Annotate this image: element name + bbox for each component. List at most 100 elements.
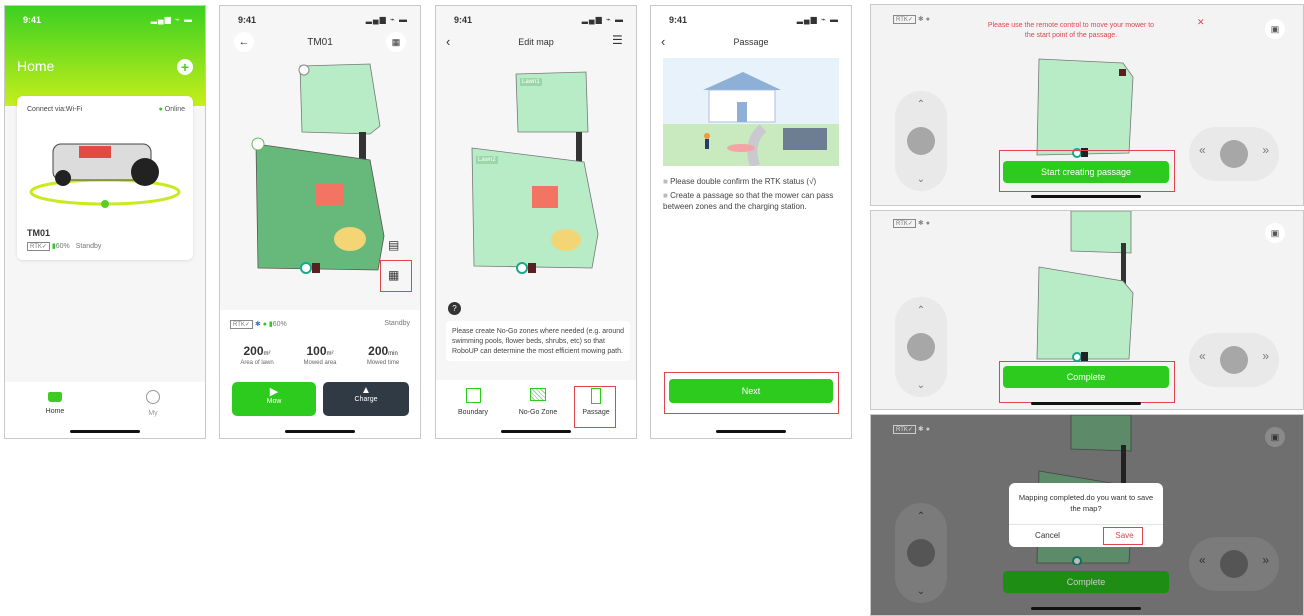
status-row: RTK✓ ✱ ●: [893, 219, 930, 228]
state-label: Standby: [75, 243, 102, 250]
status-row: RTK✓ ✱ ●: [893, 15, 930, 24]
stat-label: Mowed time: [366, 360, 400, 366]
zone-handle: [298, 64, 310, 76]
cancel-button[interactable]: Cancel: [1009, 527, 1086, 545]
menu-icon[interactable]: ☰: [612, 33, 623, 47]
forward-backward-joystick[interactable]: ⌃ ⌄: [895, 503, 947, 603]
mow-button[interactable]: ▶ Mow: [232, 382, 316, 416]
left-right-joystick[interactable]: « »: [1189, 127, 1279, 181]
stat-label: Mowed area: [303, 360, 337, 366]
my-tab-icon: [146, 390, 160, 404]
page-title: Home: [17, 58, 55, 74]
joystick-knob[interactable]: [1220, 550, 1248, 578]
home-indicator: [1031, 195, 1141, 198]
joystick-knob[interactable]: [907, 127, 935, 155]
joystick-knob[interactable]: [1220, 346, 1248, 374]
tab-my-label: My: [148, 410, 158, 417]
wifi-icon: ●: [262, 321, 267, 328]
device-status-row: RTK✓ ▮60% Standby: [27, 242, 101, 251]
next-button[interactable]: Next: [669, 379, 833, 403]
passage-path: [359, 132, 366, 162]
bullet-2: ■ Create a passage so that the mower can…: [663, 190, 835, 212]
left-right-joystick[interactable]: « »: [1189, 537, 1279, 591]
stat-label: Area of lawn: [240, 360, 274, 366]
add-device-icon[interactable]: +: [177, 59, 193, 75]
home-indicator: [285, 430, 355, 433]
tab-no-go-zone[interactable]: No-Go Zone: [510, 388, 566, 416]
stat-unit: m²: [326, 351, 334, 357]
remote-control-screen-complete: RTK✓ ✱ ● ▣ ⌃ ⌄ « » Complete: [870, 210, 1304, 410]
chevron-right-icon: »: [1262, 349, 1269, 363]
lawn-zone-1: [299, 63, 381, 135]
bullet-1: ■ Please double confirm the RTK status (…: [663, 176, 839, 187]
rtk-badge: RTK✓: [230, 320, 253, 329]
passage-path: [576, 132, 582, 162]
forward-backward-joystick[interactable]: ⌃ ⌄: [895, 297, 947, 397]
home-screen: 9:41 ▂▄▆ ⌁ ▬ Home + Connect via:Wi-Fi ● …: [4, 5, 206, 439]
battery-level: 60%: [55, 243, 70, 250]
pool-zone: [334, 227, 366, 251]
bullet-2-text: Create a passage so that the mower can p…: [663, 191, 834, 211]
exit-fullscreen-icon[interactable]: ▣: [1265, 19, 1285, 39]
rtk-badge: RTK✓: [893, 219, 916, 228]
start-creating-passage-button[interactable]: Start creating passage: [1003, 161, 1169, 183]
chevron-left-icon: «: [1199, 143, 1206, 157]
left-right-joystick[interactable]: « »: [1189, 333, 1279, 387]
chevron-right-icon: »: [1262, 553, 1269, 567]
tab-home[interactable]: Home: [35, 392, 75, 415]
tab-my[interactable]: My: [133, 390, 173, 417]
chevron-down-icon: ⌄: [916, 380, 926, 391]
tab-boundary[interactable]: Boundary: [448, 388, 498, 416]
wifi-icon: ●: [925, 426, 930, 433]
rtk-badge: RTK✓: [27, 242, 50, 251]
pool-zone: [551, 229, 581, 251]
stat-value: 100: [306, 344, 327, 358]
bluetooth-icon: ✱: [917, 426, 924, 433]
help-icon[interactable]: ?: [448, 302, 461, 315]
rtk-badge: RTK✓: [893, 15, 916, 24]
home-indicator: [1031, 607, 1141, 610]
settings-icon[interactable]: ▦: [386, 32, 406, 52]
exit-fullscreen-icon[interactable]: ▣: [1265, 427, 1285, 447]
status-row: RTK✓ ✱ ● ▮60%: [230, 320, 287, 329]
charge-button[interactable]: ▲ Charge: [323, 382, 409, 416]
status-icons: ▂▄▆ ⌁ ▬: [150, 15, 193, 24]
chevron-up-icon: ⌃: [916, 99, 926, 110]
lawn-map: [471, 71, 599, 274]
device-screen: 9:41 ▂▄▆ ⌁ ▬ ← TM01 ▦ ▤ ▦ RTK✓ ✱ ● ▮60% …: [219, 5, 421, 439]
rtk-badge: RTK✓: [893, 425, 916, 434]
wifi-icon: ●: [925, 220, 930, 227]
no-go-icon: [530, 388, 546, 401]
stat-value: 200: [368, 344, 389, 358]
status-time: 9:41: [454, 15, 473, 25]
forward-backward-joystick[interactable]: ⌃ ⌄: [895, 91, 947, 191]
chevron-down-icon: ⌄: [916, 174, 926, 185]
edit-map-icon[interactable]: ▦: [388, 268, 399, 282]
highlight-box: [574, 386, 616, 428]
mower-marker: [312, 263, 320, 273]
chevron-left-icon: «: [1199, 553, 1206, 567]
no-go-zone: [316, 184, 344, 206]
complete-button[interactable]: Complete: [1003, 571, 1169, 593]
close-notice-icon[interactable]: ✕: [1197, 17, 1205, 28]
home-tab-icon: [48, 392, 62, 402]
dialog-message: Mapping completed.do you want to save th…: [1018, 493, 1154, 513]
passage-screen: 9:41 ▂▄▆ ⌁ ▬ ‹ Passage ■ Please double c…: [650, 5, 852, 439]
joystick-knob[interactable]: [907, 539, 935, 567]
stat-value: 200: [243, 344, 264, 358]
exit-fullscreen-icon[interactable]: ▣: [1265, 223, 1285, 243]
mower-marker: [528, 263, 536, 273]
joystick-knob[interactable]: [907, 333, 935, 361]
bullet-dot: ■: [663, 177, 671, 186]
bluetooth-icon: ✱: [254, 321, 261, 328]
bullet-dot: ■: [663, 191, 671, 200]
bluetooth-icon: ✱: [917, 220, 924, 227]
complete-button[interactable]: Complete: [1003, 366, 1169, 388]
info-panel: RTK✓ ✱ ● ▮60% Standby 200m² Area of lawn…: [220, 310, 420, 438]
mower-image: [29, 143, 181, 208]
map-layers-icon[interactable]: ▤: [388, 238, 399, 252]
device-card[interactable]: Connect via:Wi-Fi ● Online TM01 RTK✓ ▮60…: [17, 96, 193, 260]
status-icons: ▂▄▆ ⌁ ▬: [581, 15, 624, 24]
joystick-knob[interactable]: [1220, 140, 1248, 168]
status-time: 9:41: [669, 15, 688, 25]
